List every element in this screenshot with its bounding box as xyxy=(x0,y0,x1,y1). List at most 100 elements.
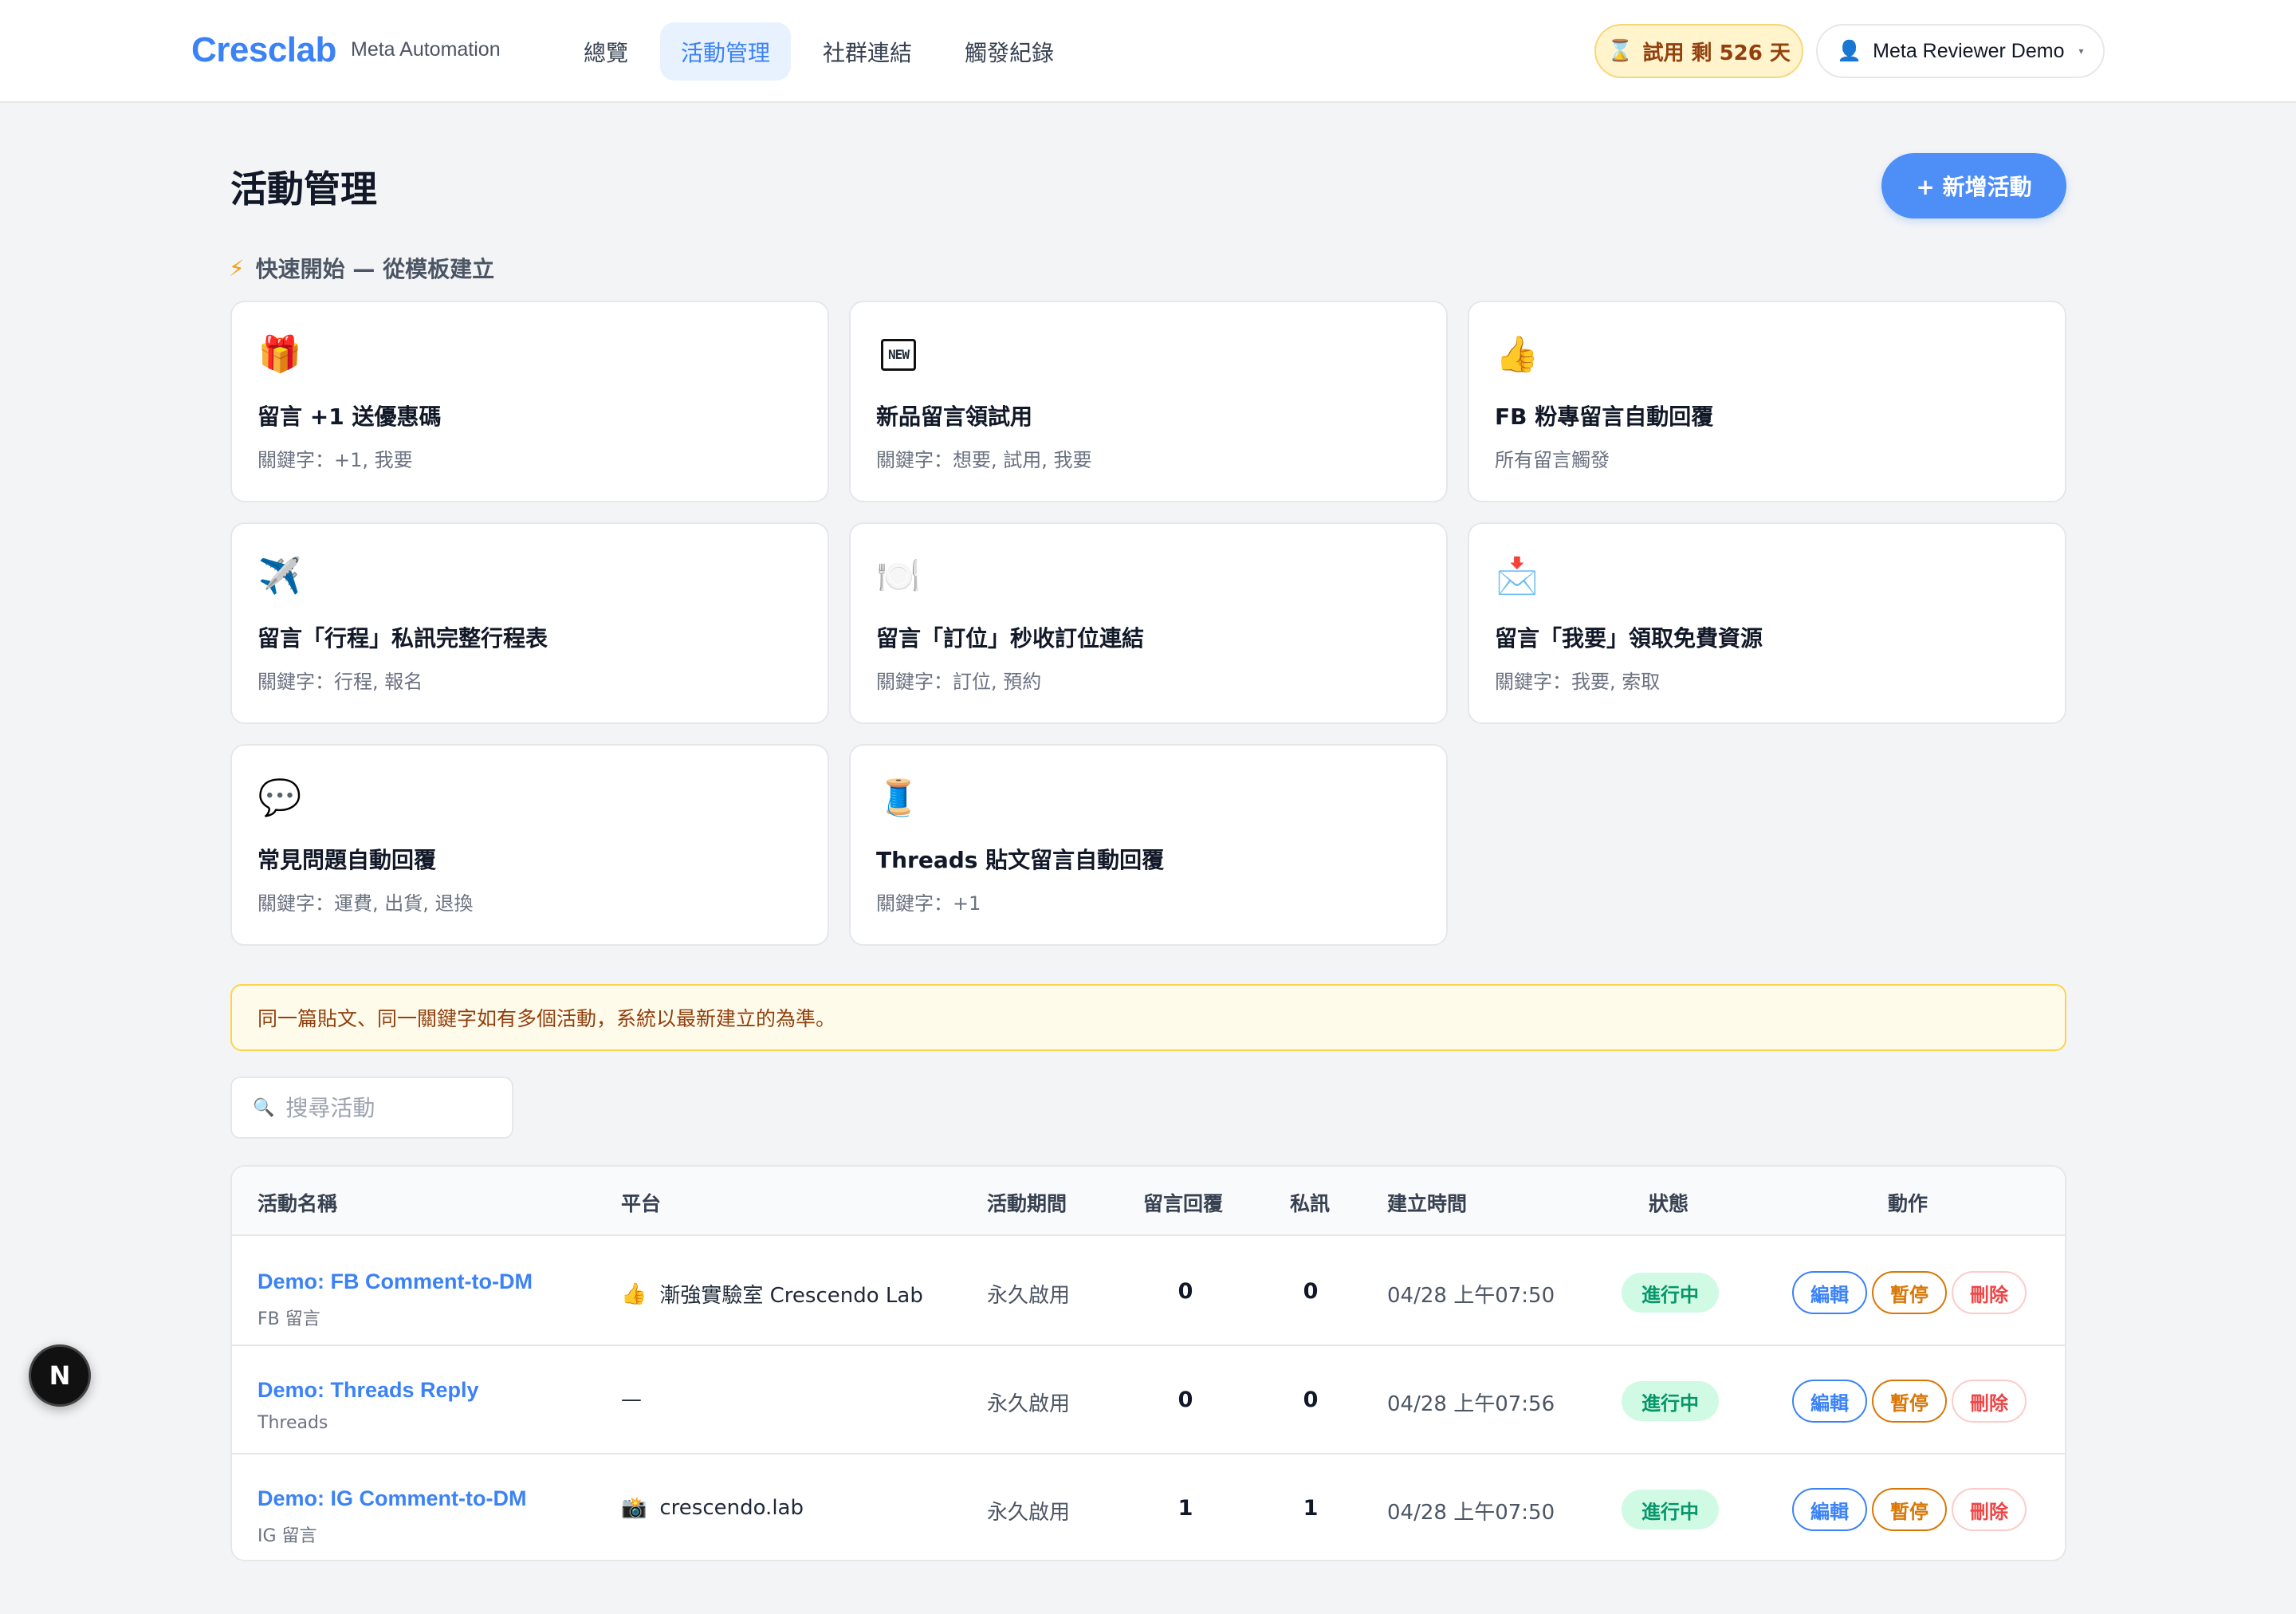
quick-start-label: 快速開始 — 從模板建立 xyxy=(255,256,495,282)
status-badge: 進行中 xyxy=(1622,1381,1719,1421)
template-title: 留言「我要」領取免費資源 xyxy=(1495,625,1763,652)
replies-count: 0 xyxy=(1177,1279,1193,1304)
trial-label: 試用 剩 526 天 xyxy=(1642,41,1791,65)
template-card-faq[interactable]: 💬 常見問題自動回覆 關鍵字：運費, 出貨, 退換 xyxy=(230,744,829,946)
template-card-itinerary[interactable]: ✈️ 留言「行程」私訊完整行程表 關鍵字：行程, 報名 xyxy=(230,522,829,724)
search-input[interactable] xyxy=(285,1094,493,1121)
campaign-name-link[interactable]: Demo: IG Comment-to-DM xyxy=(258,1486,526,1511)
template-title: 留言「行程」私訊完整行程表 xyxy=(258,625,548,652)
envelope-icon: 📩 xyxy=(1495,556,1539,596)
template-keywords: 關鍵字：想要, 試用, 我要 xyxy=(876,449,1092,471)
template-keywords: 所有留言觸發 xyxy=(1495,449,1610,471)
status-badge: 進行中 xyxy=(1622,1490,1719,1529)
logo[interactable]: Cresclab xyxy=(191,30,336,70)
airplane-icon: ✈️ xyxy=(258,556,302,596)
search-box: 🔍 xyxy=(230,1077,513,1139)
user-name: Meta Reviewer Demo xyxy=(1873,39,2065,62)
template-card-new-product-trial[interactable]: NEW 新品留言領試用 關鍵字：想要, 試用, 我要 xyxy=(849,301,1448,502)
platform-cell: — xyxy=(621,1388,642,1411)
template-title: 留言 +1 送優惠碼 xyxy=(258,404,442,430)
delete-button[interactable]: 刪除 xyxy=(1952,1271,2027,1314)
speech-bubble-icon: 💬 xyxy=(258,777,302,818)
instagram-camera-icon: 📸 xyxy=(621,1496,647,1520)
platform-cell: 📸 crescendo.lab xyxy=(621,1496,804,1520)
facebook-like-icon: 👍 xyxy=(621,1281,647,1306)
table-row: Demo: FB Comment-to-DM FB 留言 👍 漸強實驗室 Cre… xyxy=(232,1238,2065,1346)
thread-spool-icon: 🧵 xyxy=(876,777,921,818)
column-header-platform: 平台 xyxy=(621,1192,662,1215)
template-card-threads-reply[interactable]: 🧵 Threads 貼文留言自動回覆 關鍵字：+1 xyxy=(849,744,1448,946)
campaign-type: IG 留言 xyxy=(258,1526,317,1546)
template-keywords: 關鍵字：運費, 出貨, 退換 xyxy=(258,892,474,915)
user-menu-button[interactable]: 👤 Meta Reviewer Demo ▾ xyxy=(1816,24,2105,78)
dms-count: 0 xyxy=(1303,1388,1319,1412)
page-title: 活動管理 xyxy=(230,167,377,211)
table-row: Demo: IG Comment-to-DM IG 留言 📸 crescendo… xyxy=(232,1455,2065,1560)
table-row: Demo: Threads Reply Threads — 永久啟用 0 0 0… xyxy=(232,1346,2065,1455)
nav-item-social-links[interactable]: 社群連結 xyxy=(802,22,933,81)
template-title: 留言「訂位」秒收訂位連結 xyxy=(876,625,1145,652)
replies-count: 0 xyxy=(1177,1388,1193,1412)
platform-cell: 👍 漸強實驗室 Crescendo Lab xyxy=(621,1279,923,1309)
nav-item-campaigns[interactable]: 活動管理 xyxy=(660,22,792,81)
template-card-fb-auto-reply[interactable]: 👍 FB 粉專留言自動回覆 所有留言觸發 xyxy=(1468,301,2066,502)
new-icon: NEW xyxy=(881,339,916,371)
period-cell: 永久啟用 xyxy=(987,1392,1071,1416)
platform-name: crescendo.lab xyxy=(659,1496,804,1520)
template-card-reservation[interactable]: 🍽️ 留言「訂位」秒收訂位連結 關鍵字：訂位, 預約 xyxy=(849,522,1448,724)
campaign-type: FB 留言 xyxy=(258,1309,320,1329)
gift-icon: 🎁 xyxy=(258,334,302,375)
column-header-replies: 留言回覆 xyxy=(1143,1192,1224,1215)
platform-name: 漸強實驗室 Crescendo Lab xyxy=(659,1284,923,1308)
next-dev-tools-button[interactable]: N xyxy=(29,1344,91,1407)
add-campaign-button[interactable]: + 新增活動 xyxy=(1881,153,2066,218)
column-header-actions: 動作 xyxy=(1888,1192,1928,1215)
created-time: 04/28 上午07:56 xyxy=(1387,1392,1555,1416)
pause-button[interactable]: 暫停 xyxy=(1872,1380,1947,1423)
period-cell: 永久啟用 xyxy=(987,1284,1071,1308)
delete-button[interactable]: 刪除 xyxy=(1952,1488,2027,1531)
table-header: 活動名稱 平台 活動期間 留言回覆 私訊 建立時間 狀態 動作 xyxy=(232,1167,2065,1236)
user-icon: 👤 xyxy=(1837,39,1862,62)
template-title: Threads 貼文留言自動回覆 xyxy=(876,847,1165,873)
search-icon: 🔍 xyxy=(253,1097,275,1118)
hourglass-icon: ⌛ xyxy=(1607,39,1634,63)
nav-item-overview[interactable]: 總覽 xyxy=(563,22,649,81)
template-keywords: 關鍵字：+1, 我要 xyxy=(258,449,413,471)
main-nav: 總覽 活動管理 社群連結 觸發紀錄 xyxy=(563,22,1075,81)
priority-notice: 同一篇貼文、同一關鍵字如有多個活動，系統以最新建立的為準。 xyxy=(230,984,2066,1051)
platform-name: — xyxy=(621,1388,642,1411)
created-time: 04/28 上午07:50 xyxy=(1387,1284,1555,1308)
dms-count: 1 xyxy=(1303,1496,1319,1521)
delete-button[interactable]: 刪除 xyxy=(1952,1380,2027,1423)
pause-button[interactable]: 暫停 xyxy=(1872,1488,1947,1531)
campaign-name-link[interactable]: Demo: FB Comment-to-DM xyxy=(258,1270,533,1294)
template-card-free-resource[interactable]: 📩 留言「我要」領取免費資源 關鍵字：我要, 索取 xyxy=(1468,522,2066,724)
column-header-dms: 私訊 xyxy=(1290,1192,1331,1215)
edit-button[interactable]: 編輯 xyxy=(1792,1488,1867,1531)
dms-count: 0 xyxy=(1303,1279,1319,1304)
logo-subtitle: Meta Automation xyxy=(351,38,501,61)
template-keywords: 關鍵字：訂位, 預約 xyxy=(876,671,1042,693)
template-keywords: 關鍵字：行程, 報名 xyxy=(258,671,423,693)
edit-button[interactable]: 編輯 xyxy=(1792,1380,1867,1423)
replies-count: 1 xyxy=(1177,1496,1193,1521)
thumbs-up-icon: 👍 xyxy=(1495,334,1539,375)
nav-item-trigger-logs[interactable]: 觸發紀錄 xyxy=(944,22,1075,81)
quick-start-heading: ⚡ 快速開始 — 從模板建立 xyxy=(229,252,494,284)
lightning-icon: ⚡ xyxy=(229,254,245,281)
template-keywords: 關鍵字：我要, 索取 xyxy=(1495,671,1661,693)
campaign-table: 活動名稱 平台 活動期間 留言回覆 私訊 建立時間 狀態 動作 Demo: FB… xyxy=(230,1165,2066,1561)
campaign-name-link[interactable]: Demo: Threads Reply xyxy=(258,1378,479,1403)
period-cell: 永久啟用 xyxy=(987,1501,1071,1525)
trial-badge: ⌛ 試用 剩 526 天 xyxy=(1594,24,1803,78)
status-badge: 進行中 xyxy=(1622,1273,1719,1313)
template-title: 常見問題自動回覆 xyxy=(258,847,437,873)
edit-button[interactable]: 編輯 xyxy=(1792,1271,1867,1314)
column-header-period: 活動期間 xyxy=(987,1192,1067,1215)
template-title: FB 粉專留言自動回覆 xyxy=(1495,404,1714,430)
template-card-coupon[interactable]: 🎁 留言 +1 送優惠碼 關鍵字：+1, 我要 xyxy=(230,301,829,502)
created-time: 04/28 上午07:50 xyxy=(1387,1501,1555,1525)
template-keywords: 關鍵字：+1 xyxy=(876,892,981,915)
pause-button[interactable]: 暫停 xyxy=(1872,1271,1947,1314)
